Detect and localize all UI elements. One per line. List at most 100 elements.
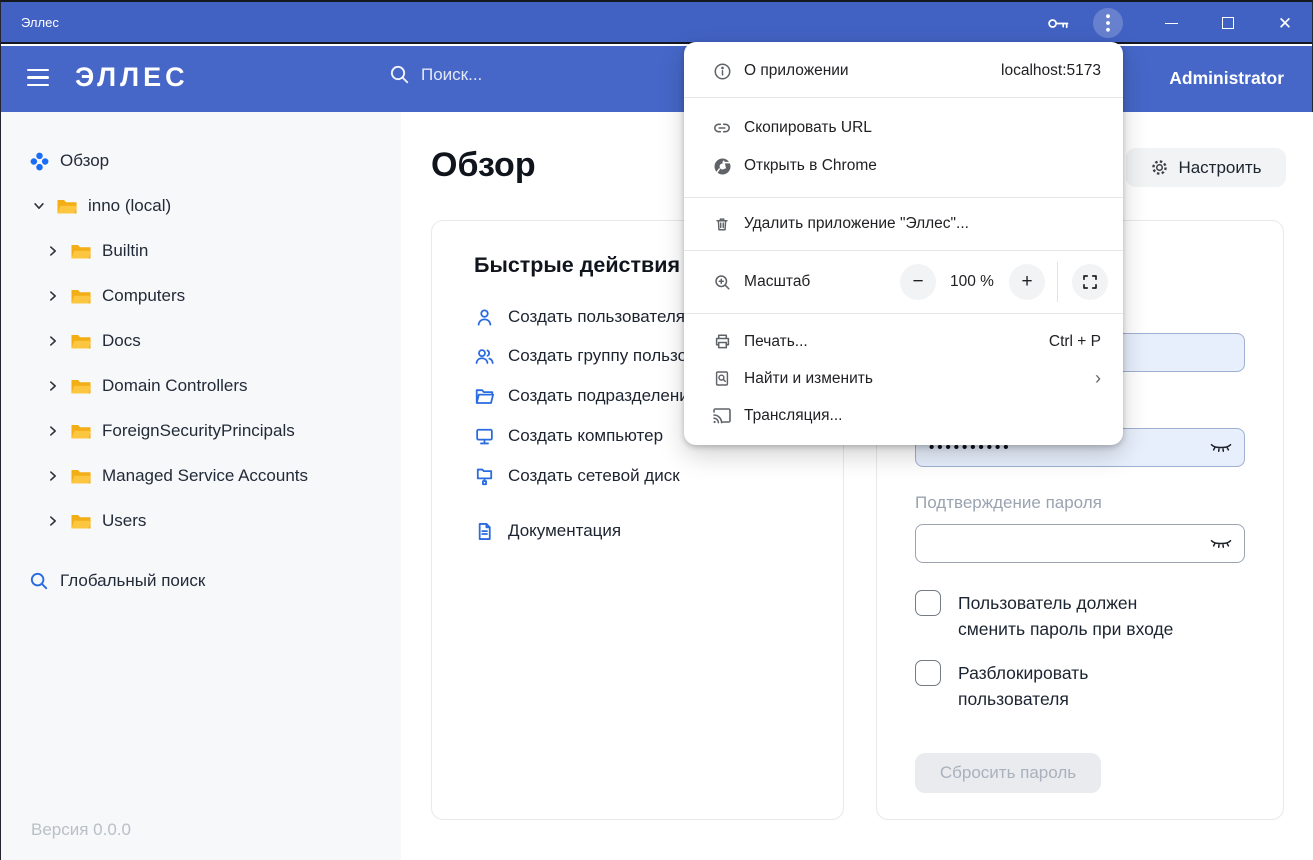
menu-item-print[interactable]: Печать... Ctrl + P xyxy=(684,323,1123,360)
zoom-in-button[interactable]: + xyxy=(1009,264,1045,300)
action-documentation[interactable]: Документация xyxy=(474,518,621,544)
menu-separator xyxy=(684,313,1123,314)
folder-icon xyxy=(70,287,92,305)
minimize-button[interactable] xyxy=(1147,2,1195,44)
document-icon xyxy=(474,521,495,542)
menu-item-open-in-chrome[interactable]: Открыть в Chrome xyxy=(684,147,1123,185)
action-create-ou[interactable]: Создать подразделение xyxy=(474,383,698,409)
chevron-right-icon[interactable] xyxy=(45,289,60,303)
password-key-icon[interactable] xyxy=(1041,2,1077,44)
info-icon xyxy=(712,62,732,81)
menu-item-find-edit[interactable]: Найти и изменить › xyxy=(684,360,1123,397)
tree-item-foreign-security-principals[interactable]: ForeignSecurityPrincipals xyxy=(45,415,295,447)
close-button[interactable]: ✕ xyxy=(1261,2,1309,44)
header-search[interactable] xyxy=(389,64,641,86)
gear-icon xyxy=(1150,158,1169,177)
close-icon: ✕ xyxy=(1278,15,1292,32)
chevron-right-icon[interactable] xyxy=(45,514,60,528)
checkbox-unchecked[interactable] xyxy=(915,590,941,616)
quick-actions-title: Быстрые действия xyxy=(474,253,680,278)
current-user-label: Administrator xyxy=(1169,68,1284,89)
link-icon xyxy=(712,118,732,138)
computer-icon xyxy=(474,426,495,447)
app-window: Эллес ✕ ЭЛЛЕС xyxy=(0,0,1313,860)
chevron-right-icon[interactable] xyxy=(45,379,60,393)
zoom-out-button[interactable]: − xyxy=(900,264,936,300)
maximize-icon xyxy=(1222,17,1234,29)
reset-password-button[interactable]: Сбросить пароль xyxy=(915,753,1101,793)
menu-item-cast[interactable]: Трансляция... xyxy=(684,397,1123,434)
tree-item-computers[interactable]: Computers xyxy=(45,280,185,312)
checkbox-unchecked[interactable] xyxy=(915,660,941,686)
tree-item-domain-controllers[interactable]: Domain Controllers xyxy=(45,370,248,402)
folder-icon xyxy=(70,422,92,440)
menu-item-label: Печать... xyxy=(744,333,808,351)
menu-item-about[interactable]: О приложении localhost:5173 xyxy=(684,51,1123,91)
tree-item-managed-service-accounts[interactable]: Managed Service Accounts xyxy=(45,460,308,492)
zoom-magnifier-icon xyxy=(712,273,732,292)
chevron-right-icon[interactable] xyxy=(45,334,60,348)
tree-item-users[interactable]: Users xyxy=(45,505,146,537)
action-label: Документация xyxy=(508,521,621,541)
printer-icon xyxy=(712,332,732,351)
eye-closed-icon xyxy=(1209,537,1233,550)
page-title: Обзор xyxy=(431,146,536,185)
action-create-computer[interactable]: Создать компьютер xyxy=(474,423,663,449)
toggle-password-visibility-button[interactable] xyxy=(1209,441,1233,454)
three-dots-icon xyxy=(1093,8,1123,38)
app-menu-button[interactable] xyxy=(1089,2,1127,44)
fullscreen-button[interactable] xyxy=(1072,264,1108,300)
hamburger-menu-icon[interactable] xyxy=(27,69,51,91)
menu-item-label: О приложении xyxy=(744,62,849,80)
eye-closed-icon xyxy=(1209,441,1233,454)
configure-button[interactable]: Настроить xyxy=(1126,148,1286,187)
tree-item-label: Managed Service Accounts xyxy=(102,466,308,486)
search-icon xyxy=(389,64,411,86)
action-label: Создать компьютер xyxy=(508,426,663,446)
user-group-icon xyxy=(474,346,495,367)
zoom-value: 100 % xyxy=(940,273,1004,291)
zoom-divider xyxy=(1057,262,1058,302)
menu-separator xyxy=(684,197,1123,198)
configure-button-label: Настроить xyxy=(1178,158,1261,178)
action-create-user[interactable]: Создать пользователя xyxy=(474,304,685,330)
menu-item-label: Удалить приложение "Эллес"... xyxy=(744,215,969,233)
chevron-right-icon[interactable] xyxy=(45,469,60,483)
folder-icon xyxy=(70,242,92,260)
tree-item-docs[interactable]: Docs xyxy=(45,325,141,357)
sidebar-item-overview[interactable]: Обзор xyxy=(29,145,109,177)
action-label: Создать сетевой диск xyxy=(508,466,680,486)
sidebar-item-label: Глобальный поиск xyxy=(60,571,205,591)
must-change-password-checkbox-row[interactable]: Пользователь должен сменить пароль при в… xyxy=(915,590,1194,642)
tree-item-label: Users xyxy=(102,511,146,531)
menu-item-zoom: Масштаб − 100 % + xyxy=(684,260,1123,304)
submenu-arrow-icon: › xyxy=(1095,368,1101,389)
confirm-password-field[interactable] xyxy=(915,524,1245,563)
menu-item-label: Масштаб xyxy=(744,273,810,291)
app-host-label: localhost:5173 xyxy=(1001,62,1101,80)
menu-item-uninstall[interactable]: Удалить приложение "Эллес"... xyxy=(684,205,1123,243)
folder-icon xyxy=(70,377,92,395)
trash-icon xyxy=(712,215,732,234)
tree-root-label: inno (local) xyxy=(88,196,171,216)
tree-item-label: Domain Controllers xyxy=(102,376,248,396)
folder-outline-icon xyxy=(474,386,495,407)
tree-item-builtin[interactable]: Builtin xyxy=(45,235,148,267)
toggle-confirm-visibility-button[interactable] xyxy=(1209,537,1233,550)
sidebar-item-global-search[interactable]: Глобальный поиск xyxy=(29,565,205,597)
chevron-down-icon[interactable] xyxy=(31,199,46,213)
chevron-right-icon[interactable] xyxy=(45,424,60,438)
tree-root-inno[interactable]: inno (local) xyxy=(31,190,171,222)
search-input[interactable] xyxy=(421,65,641,85)
unlock-user-checkbox-row[interactable]: Разблокировать пользователя xyxy=(915,660,1194,712)
print-shortcut: Ctrl + P xyxy=(1049,333,1101,351)
menu-item-label: Трансляция... xyxy=(744,407,842,425)
overview-clover-icon xyxy=(29,151,50,172)
maximize-button[interactable] xyxy=(1204,2,1252,44)
fullscreen-icon xyxy=(1083,275,1097,289)
chevron-right-icon[interactable] xyxy=(45,244,60,258)
action-create-network-drive[interactable]: Создать сетевой диск xyxy=(474,463,680,489)
action-label: Создать подразделение xyxy=(508,386,698,406)
menu-item-copy-url[interactable]: Скопировать URL xyxy=(684,109,1123,147)
folder-icon xyxy=(56,197,78,215)
